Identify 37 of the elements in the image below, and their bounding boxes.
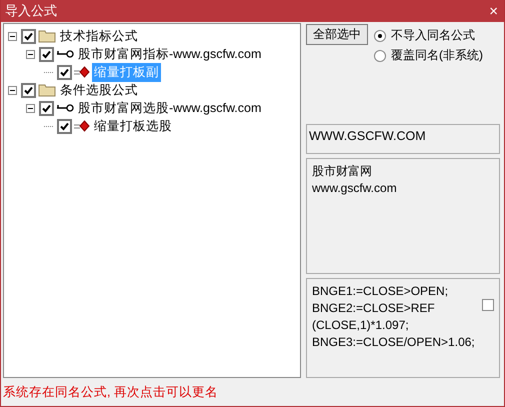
radio-button[interactable] xyxy=(374,30,386,42)
window-title: 导入公式 xyxy=(5,2,57,20)
description-line: 股市财富网 xyxy=(312,163,373,180)
collapse-icon[interactable] xyxy=(8,32,17,40)
tree-item[interactable]: 条件选股公式 xyxy=(58,80,140,100)
tree-item[interactable]: 缩量打板选股 xyxy=(92,116,174,136)
key-icon xyxy=(56,103,74,113)
checkbox[interactable] xyxy=(57,64,72,80)
tree-item[interactable]: 股市财富网选股-www.gscfw.com xyxy=(76,98,264,118)
tree-item[interactable]: 股市财富网指标-www.gscfw.com xyxy=(76,44,264,64)
code-line: BNGE1:=CLOSE>OPEN; xyxy=(312,283,450,300)
checkbox[interactable] xyxy=(39,46,54,62)
checkbox[interactable] xyxy=(39,100,54,116)
collapse-icon[interactable] xyxy=(8,86,17,94)
tree-item[interactable]: 技术指标公式 xyxy=(58,26,140,46)
code-line: (CLOSE,1)*1.097; xyxy=(312,317,410,334)
folder-icon xyxy=(38,29,56,43)
select-all-button[interactable]: 全部选中 xyxy=(306,24,368,45)
collapse-icon[interactable] xyxy=(26,50,35,58)
checkbox[interactable] xyxy=(21,28,36,44)
code-line: BNGE2:=CLOSE>REF xyxy=(312,300,436,317)
checkbox[interactable] xyxy=(21,82,36,98)
code-line: BNGE3:=CLOSE/OPEN>1.06; xyxy=(312,334,475,351)
checkbox[interactable] xyxy=(482,299,494,311)
radio-label: 不导入同名公式 xyxy=(391,27,475,44)
description-line: www.gscfw.com xyxy=(312,180,398,197)
diamond-icon xyxy=(74,120,90,132)
radio-button[interactable] xyxy=(374,50,386,62)
site-field[interactable]: WWW.GSCFW.COM xyxy=(306,124,500,154)
status-message: 系统存在同名公式, 再次点击可以更名 xyxy=(2,384,219,401)
collapse-icon[interactable] xyxy=(26,104,35,112)
close-button[interactable]: × xyxy=(489,2,498,20)
diamond-icon xyxy=(74,66,90,78)
folder-icon xyxy=(38,83,56,97)
checkbox[interactable] xyxy=(57,118,72,134)
key-icon xyxy=(56,49,74,59)
radio-label: 覆盖同名(非系统) xyxy=(391,47,483,64)
